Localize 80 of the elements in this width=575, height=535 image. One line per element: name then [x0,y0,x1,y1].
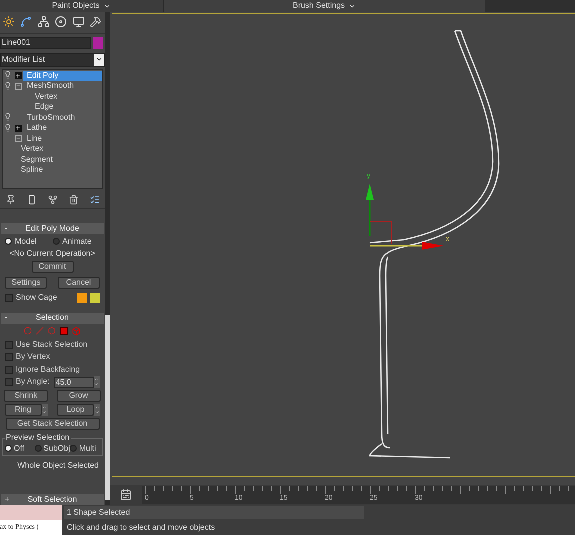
get-stack-selection-button[interactable]: Get Stack Selection [6,418,100,430]
rollout-header[interactable]: - Selection [1,312,104,324]
selection-status: Whole Object Selected [16,460,100,472]
rollout-header[interactable]: - Edit Poly Mode [1,223,104,234]
checkbox-label: By Angle: [16,376,50,388]
checkbox[interactable] [5,294,13,302]
grow-button[interactable]: Grow [56,390,101,402]
y-axis-arrow [366,184,374,236]
expander-icon[interactable] [14,124,22,132]
checkbox-label: Use Stack Selection [16,338,88,351]
radio-button[interactable] [70,445,78,452]
bar-icon[interactable] [26,194,36,205]
sub-object-item[interactable]: Spline [19,165,46,176]
expander-icon[interactable] [14,82,22,90]
checkbox[interactable] [5,378,13,386]
checkbox[interactable] [5,353,13,362]
prompt-text: Click and drag to select and move objects [66,522,216,534]
sub-object-item[interactable]: Segment [19,154,56,165]
lightbulb-icon[interactable] [4,82,12,90]
list-icon[interactable] [90,194,100,205]
radio-button[interactable] [5,238,12,245]
cancel-button[interactable]: Cancel [58,276,100,289]
color-swatch[interactable] [93,36,103,49]
checkbox[interactable] [5,340,13,349]
loop-button[interactable]: Loop [57,404,94,416]
color-swatch[interactable] [90,292,100,303]
shrink-button[interactable]: Shrink [4,390,48,402]
sun-icon[interactable] [2,16,15,28]
expander-icon[interactable] [14,135,22,142]
caret-icon [104,2,111,10]
radio-label: Off [14,442,25,455]
checkbox-label: Ignore Backfacing [16,364,80,376]
modifier-item[interactable]: Lathe [23,123,50,134]
caret-icon [349,2,356,10]
modifier-item[interactable]: Edit Poly [23,70,102,81]
lightbulb-icon[interactable] [4,124,12,132]
color-swatch[interactable] [77,292,87,303]
scrollbar-thumb[interactable] [105,315,110,500]
checkbox-label: Show Cage [16,292,58,304]
modifier-dropdown[interactable]: Modifier List [0,52,105,67]
hammer-icon[interactable] [90,16,102,28]
sub-object-item[interactable]: Vertex [19,144,46,154]
polygon-icon[interactable] [60,327,68,336]
name-field[interactable]: Line001 [0,36,91,49]
pin-icon[interactable] [6,194,16,205]
operation-text: <No Current Operation> [8,248,96,260]
modifier-item[interactable]: TurboSmooth [23,112,78,123]
trash-icon[interactable] [68,194,78,205]
sub-object-item[interactable]: Edge [33,102,56,112]
settings-button[interactable]: Settings [5,276,48,289]
monitor-icon[interactable] [72,16,85,28]
status-field: 1 Shape Selected [64,506,364,519]
menu-bar[interactable]: Paint Objects [0,0,163,12]
radio-label: Multi [79,442,96,455]
expander-icon[interactable] [14,72,22,80]
curve-editor-icon[interactable] [120,489,132,501]
angle-field[interactable]: 45.0 [54,376,94,388]
radio-button[interactable] [5,445,12,452]
modifier-item[interactable]: MeshSmooth [23,81,76,92]
menu-bar[interactable]: Brush Settings [163,0,485,12]
radio-label: Animate [62,236,92,248]
radio-label: Model [15,236,37,248]
lightbulb-icon[interactable] [4,71,12,80]
radio-label: SubObj [44,442,70,455]
lightbulb-icon[interactable] [4,113,12,122]
radio-button[interactable] [34,445,42,452]
sub-object-item[interactable]: Vertex [33,92,60,102]
disc-icon[interactable] [55,16,68,28]
spinner-arrows-icon[interactable] [94,404,100,416]
modifier-item[interactable]: Line [23,134,44,144]
checkbox[interactable] [5,366,13,374]
hierarchy-icon[interactable] [38,16,50,28]
rollout-header[interactable]: + Soft Selection [1,494,104,506]
radio-button[interactable] [52,238,60,245]
checkbox-label: By Vertex [16,351,50,364]
commit-button[interactable]: Commit [32,260,74,273]
fork-icon[interactable] [48,194,58,205]
ring-button[interactable]: Ring [4,404,42,416]
plane-handle-drawing [370,222,392,244]
curve-icon[interactable] [20,16,32,28]
